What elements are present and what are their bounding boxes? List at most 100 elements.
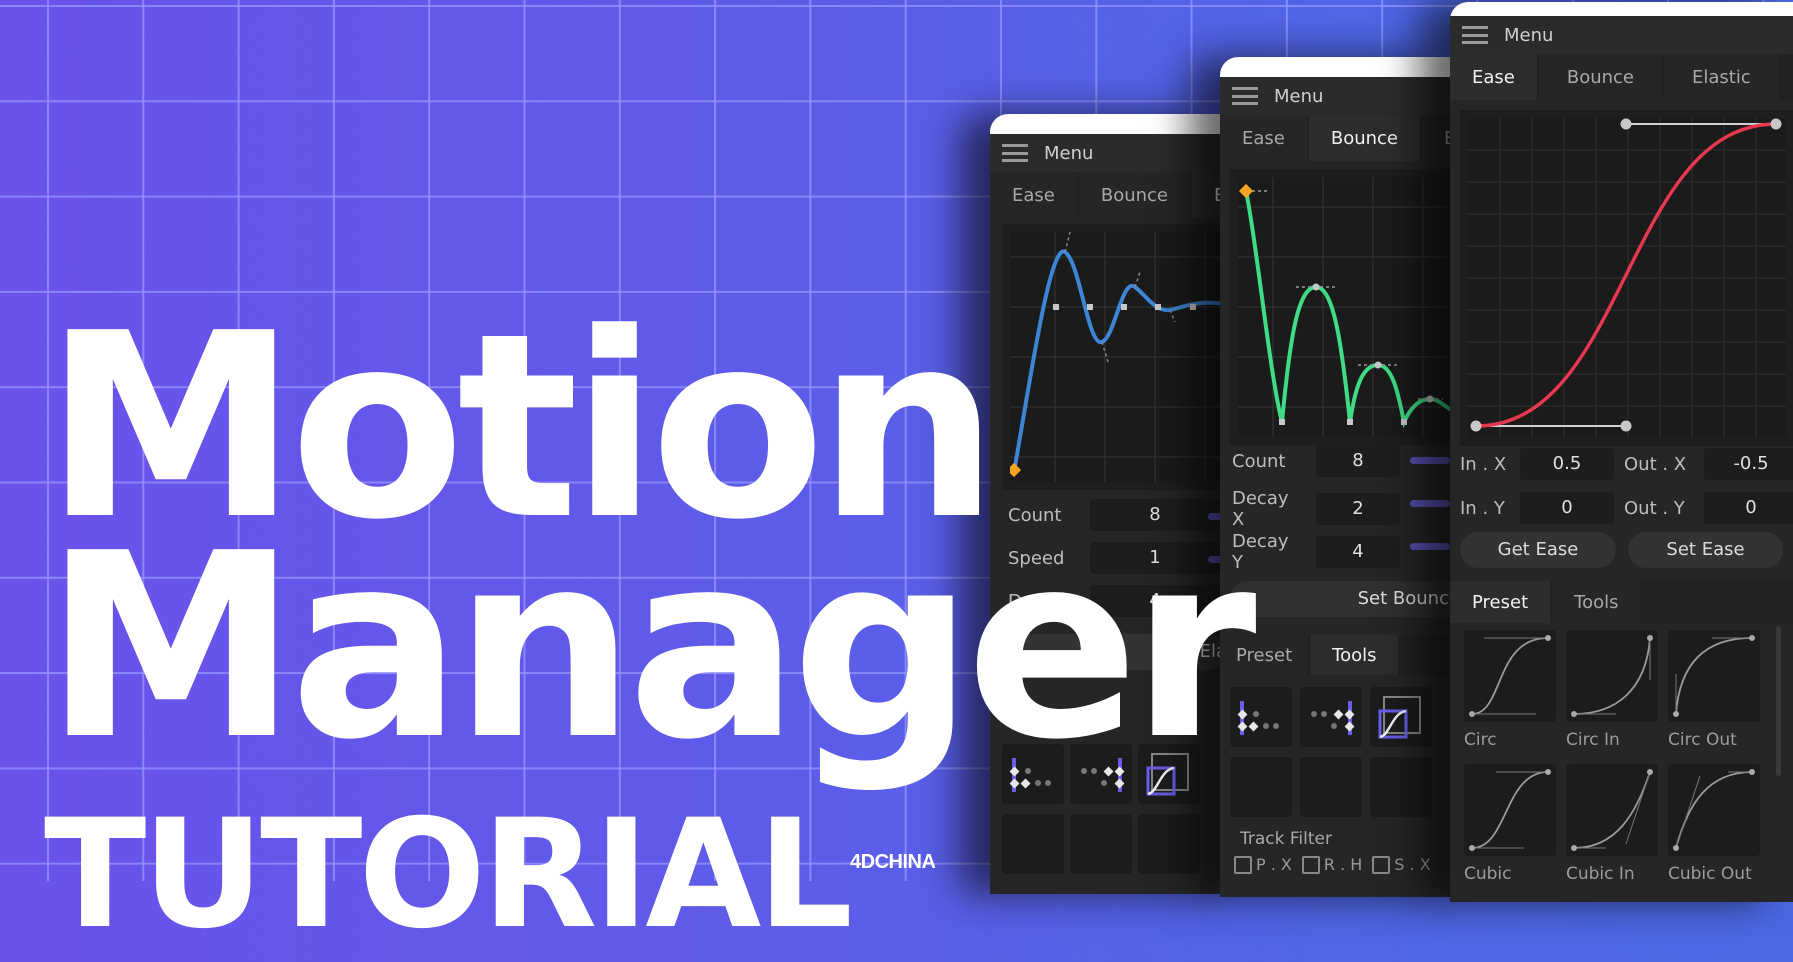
bounce-curve-graph[interactable] — [1230, 169, 1460, 445]
title-line-manager: Manager — [44, 499, 1257, 796]
curve-fit-icon — [1378, 696, 1421, 739]
tool-tile-empty-3[interactable] — [1370, 757, 1432, 817]
tab-ease[interactable]: Ease — [1450, 54, 1537, 100]
set-ease-button[interactable]: Set Ease — [1628, 532, 1783, 568]
ease-curve-svg — [1468, 118, 1786, 438]
graph-gridlines — [1468, 118, 1786, 438]
circ-in-curve-icon — [1571, 635, 1653, 717]
preset-circ-out[interactable] — [1668, 630, 1760, 722]
cubic-curve-icon — [1469, 769, 1551, 851]
set-bounce-button[interactable]: Set Bounce — [1230, 581, 1460, 617]
count-field[interactable]: 8 — [1316, 445, 1400, 477]
tab-bounce[interactable]: Bounce — [1078, 172, 1191, 218]
decay-x-field[interactable]: 2 — [1316, 493, 1400, 525]
tab-preset[interactable]: Preset — [1450, 581, 1551, 623]
menu-label: Menu — [1044, 142, 1094, 164]
curve-tabs: Ease Bounce Ela — [990, 172, 1230, 218]
ease-panel: Menu Ease Bounce Elastic In . X 0.5 Out … — [1450, 2, 1793, 902]
menu-bar[interactable]: Menu — [990, 134, 1230, 172]
preset-circ-in-label: Circ In — [1566, 730, 1620, 750]
circ-curve-icon — [1469, 635, 1551, 717]
bottom-tabs: Preset Tools — [1450, 581, 1793, 623]
decay-x-row: Decay X 2 — [1232, 488, 1400, 530]
preset-scrollbar[interactable] — [1776, 626, 1781, 776]
preset-circ[interactable] — [1464, 630, 1556, 722]
cubic-in-curve-icon — [1571, 769, 1653, 851]
elastic-curve-svg — [1010, 232, 1230, 482]
menu-bar[interactable]: Menu — [1450, 16, 1793, 54]
set-bounce-label: Set Bounce — [1357, 588, 1460, 609]
preset-circ-in[interactable] — [1566, 630, 1658, 722]
preset-cubic-in[interactable] — [1566, 764, 1658, 856]
in-x-label: In . X — [1460, 453, 1507, 475]
graph-gridlines — [1010, 232, 1230, 482]
curve-tabs: Ease Bounce Ela — [1220, 115, 1460, 161]
preset-cubic-label: Cubic — [1464, 864, 1512, 884]
circ-out-curve-icon — [1673, 635, 1755, 717]
checkbox-rh-label: R . H — [1323, 855, 1363, 874]
hamburger-menu-icon[interactable] — [1002, 144, 1028, 162]
tab-ease[interactable]: Ease — [990, 172, 1077, 218]
tool-tile-empty-2[interactable] — [1300, 757, 1362, 817]
preset-circ-out-label: Circ Out — [1668, 730, 1737, 750]
window-titlebar[interactable] — [1220, 57, 1460, 77]
tool-tile-empty-3[interactable] — [1138, 814, 1200, 874]
tab-bounce[interactable]: Bounce — [1538, 54, 1663, 100]
checkbox-rh[interactable] — [1301, 855, 1320, 874]
count-slider[interactable] — [1410, 457, 1450, 464]
hamburger-menu-icon[interactable] — [1462, 26, 1488, 44]
bottom-tabs: Preset Tools — [1220, 635, 1460, 675]
in-x-row: In . X 0.5 Out . X -0.5 — [1460, 448, 1793, 480]
in-y-label: In . Y — [1460, 497, 1505, 519]
preset-circ-label: Circ — [1464, 730, 1497, 750]
bounce-curve-svg — [1238, 177, 1460, 437]
track-filter-options: P . X R . H S . X — [1234, 855, 1431, 874]
tool-tile-empty-2[interactable] — [1070, 814, 1132, 874]
checkbox-px-label: P . X — [1256, 855, 1292, 874]
tool-tile-curve-fit[interactable] — [1370, 687, 1432, 747]
watermark: 4DCHINA — [850, 851, 936, 873]
preset-cubic[interactable] — [1464, 764, 1556, 856]
elastic-curve-graph[interactable] — [1002, 224, 1230, 490]
checkbox-sx-label: S . X — [1394, 855, 1431, 874]
align-right-keys-icon — [1311, 701, 1355, 735]
start-key-diamond[interactable] — [1238, 183, 1254, 199]
hamburger-menu-icon[interactable] — [1232, 87, 1258, 105]
preset-cubic-out-label: Cubic Out — [1668, 864, 1752, 884]
cubic-out-curve-icon — [1673, 769, 1755, 851]
preset-cubic-out[interactable] — [1668, 764, 1760, 856]
tool-tile-select-right[interactable] — [1300, 687, 1362, 747]
out-y-field[interactable]: 0 — [1704, 492, 1793, 524]
title-line-tutorial: TUTORIAL — [44, 788, 853, 962]
decay-x-slider[interactable] — [1410, 500, 1450, 507]
checkbox-px[interactable] — [1234, 855, 1252, 874]
count-label: Count — [1232, 450, 1286, 472]
tab-ease[interactable]: Ease — [1220, 115, 1307, 161]
tab-tools[interactable]: Tools — [1310, 635, 1399, 675]
menu-label: Menu — [1504, 24, 1554, 46]
preset-cubic-in-label: Cubic In — [1566, 864, 1635, 884]
window-titlebar[interactable] — [1450, 2, 1793, 16]
in-y-row: In . Y 0 Out . Y 0 — [1460, 492, 1793, 524]
window-titlebar[interactable] — [990, 114, 1230, 134]
decay-y-row: Decay Y 4 — [1232, 531, 1400, 573]
ease-curve-graph[interactable] — [1460, 110, 1793, 446]
start-key-diamond[interactable] — [1010, 462, 1022, 478]
in-x-field[interactable]: 0.5 — [1520, 448, 1614, 480]
track-filter-label: Track Filter — [1240, 829, 1332, 849]
elastic-curve[interactable] — [1012, 249, 1226, 473]
ease-curve[interactable] — [1475, 122, 1777, 428]
tool-tile-empty-1[interactable] — [1002, 814, 1064, 874]
tab-tools[interactable]: Tools — [1552, 581, 1641, 623]
decay-y-slider[interactable] — [1410, 543, 1450, 550]
tab-bounce[interactable]: Bounce — [1308, 115, 1421, 161]
checkbox-sx[interactable] — [1372, 855, 1391, 874]
tab-elastic[interactable]: Elastic — [1664, 54, 1779, 100]
out-y-label: Out . Y — [1624, 497, 1685, 519]
menu-bar[interactable]: Menu — [1220, 77, 1460, 115]
decay-y-field[interactable]: 4 — [1316, 536, 1400, 568]
in-y-field[interactable]: 0 — [1520, 492, 1614, 524]
count-row: Count 8 — [1232, 445, 1400, 477]
out-x-field[interactable]: -0.5 — [1704, 448, 1793, 480]
get-ease-button[interactable]: Get Ease — [1460, 532, 1616, 568]
